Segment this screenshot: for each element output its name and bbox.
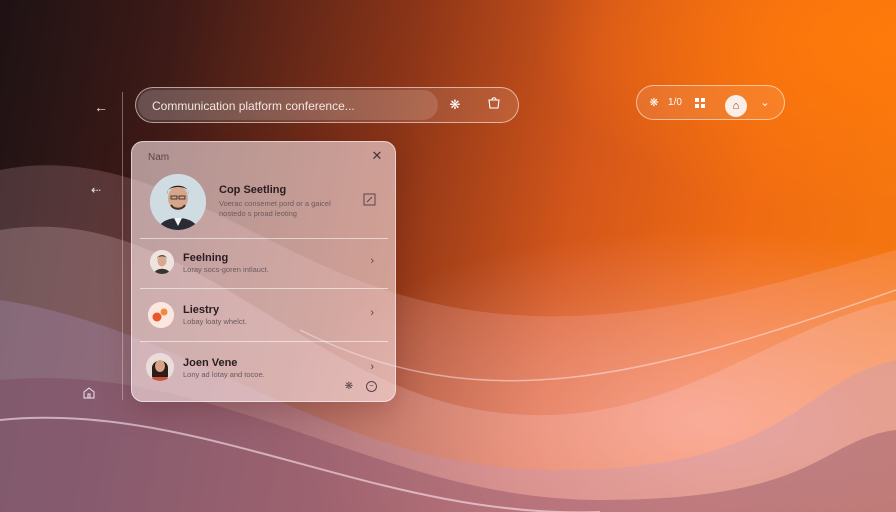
rail-divider (122, 92, 123, 400)
contact-name: Joen Vene (183, 357, 238, 369)
contact-row[interactable]: Joen Vene Lony ad lotay and tocoe. › ❋ − (140, 341, 388, 399)
contact-desc: Loray socs-goren intlauct. (183, 265, 269, 274)
avatar (146, 353, 174, 381)
page-counter: 1/0 (668, 97, 682, 108)
search-input[interactable] (150, 88, 454, 124)
contact-name: Cop Seetling (219, 184, 287, 196)
settings-spark-icon[interactable]: ❋ (446, 96, 464, 114)
avatar (150, 250, 174, 274)
toolbar-pill: ❋ 1/0 ⌂ ⌄ (636, 85, 785, 120)
minus-circle-icon[interactable]: − (366, 381, 377, 392)
home-button[interactable]: ⌂ (725, 95, 747, 117)
close-icon[interactable]: ✕ (369, 148, 385, 164)
contact-desc: Lony ad lotay and tocoe. (183, 370, 265, 379)
forward-arrow-icon[interactable]: ⇠ (91, 183, 101, 197)
back-arrow-icon[interactable]: ← (94, 100, 108, 114)
chevron-right-icon[interactable]: › (370, 307, 374, 319)
contact-name: Liestry (183, 304, 220, 316)
grid-icon[interactable] (692, 94, 708, 112)
contacts-panel: Nam ✕ Cop Seetling Voerac consemet pord … (131, 141, 396, 402)
home-icon: ⌂ (732, 100, 740, 112)
contact-desc: Lobay loaty whelct. (183, 317, 247, 326)
contact-desc: Voerac consemet pord or a gaicel (219, 199, 331, 208)
contact-row[interactable]: Feelning Loray socs-goren intlauct. › (140, 238, 388, 289)
chevron-right-icon[interactable]: › (370, 255, 374, 267)
bag-icon[interactable] (485, 96, 503, 114)
chevron-down-icon[interactable]: ⌄ (757, 94, 773, 112)
edit-square-icon[interactable] (363, 193, 376, 211)
sparkle-icon[interactable]: ❋ (646, 94, 662, 112)
contact-row-featured[interactable]: Cop Seetling Voerac consemet pord or a g… (140, 170, 388, 239)
panel-title: Nam (148, 152, 170, 163)
contact-row[interactable]: Liestry Lobay loaty whelct. › (140, 288, 388, 342)
avatar (148, 302, 174, 328)
avatar (150, 174, 206, 230)
home-outline-icon[interactable] (82, 386, 96, 402)
search-bar: ❋ (135, 87, 519, 124)
contact-name: Feelning (183, 252, 229, 264)
chevron-right-icon[interactable]: › (370, 361, 374, 373)
settings-icon[interactable]: ❋ (343, 381, 355, 393)
contact-desc: nostedo s proad leoting (219, 209, 297, 218)
